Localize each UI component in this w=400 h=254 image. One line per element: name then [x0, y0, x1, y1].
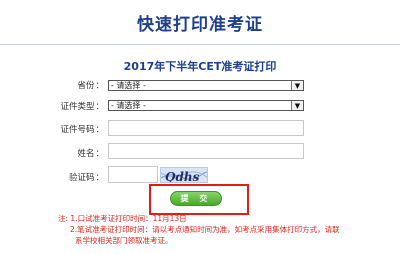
province-select-value: - 请选择 -: [111, 81, 146, 90]
name-label-colon: ：: [95, 149, 104, 159]
id-type-label: 证件类型：: [10, 100, 104, 112]
province-label-text: 省份: [77, 81, 95, 91]
name-input[interactable]: [108, 143, 304, 159]
name-label: 姓名：: [10, 147, 104, 159]
province-select[interactable]: - 请选择 - ▼: [108, 80, 304, 91]
name-label-text: 姓名: [77, 149, 95, 159]
captcha-label: 验证码：: [10, 171, 104, 183]
captcha-label-colon: ：: [95, 173, 104, 183]
captcha-input[interactable]: [108, 166, 158, 183]
id-number-label-colon: ：: [95, 125, 104, 135]
note-line-3: 系学校相关部门领取准考证。: [75, 236, 173, 245]
chevron-down-icon[interactable]: ▼: [291, 101, 303, 110]
province-label-colon: ：: [95, 81, 104, 91]
chevron-down-icon[interactable]: ▼: [291, 81, 303, 90]
notes: 注: 1.口试准考证打印时间：11月13日 2.笔试准考证打印时间：请以考点通知…: [58, 213, 378, 246]
note-line-1: 注: 1.口试准考证打印时间：11月13日: [58, 214, 187, 223]
submit-button[interactable]: 提 交: [170, 191, 222, 206]
form-title: 2017年下半年CET准考证打印: [123, 60, 277, 73]
id-type-select-value: - 请选择 -: [111, 101, 146, 110]
province-label: 省份：: [10, 79, 104, 91]
captcha-graphic: Qdhs: [161, 170, 207, 183]
captcha-image[interactable]: Qdhs: [160, 167, 208, 183]
page-title: 快速打印准考证: [137, 14, 263, 35]
captcha-label-text: 验证码: [68, 173, 95, 183]
id-number-label: 证件号码：: [10, 123, 104, 135]
page-header: 快速打印准考证: [0, 0, 400, 44]
id-number-input[interactable]: [108, 120, 304, 136]
id-type-label-colon: ：: [95, 102, 104, 112]
header-divider: [0, 44, 400, 45]
id-number-label-text: 证件号码: [60, 125, 95, 135]
id-type-select[interactable]: - 请选择 - ▼: [108, 100, 304, 111]
note-line-2: 2.笔试准考证打印时间：请以考点通知时间为准，如考点采用集体打印方式，请联: [70, 225, 340, 234]
captcha-text: Qdhs: [165, 170, 200, 183]
id-type-label-text: 证件类型: [60, 102, 95, 112]
